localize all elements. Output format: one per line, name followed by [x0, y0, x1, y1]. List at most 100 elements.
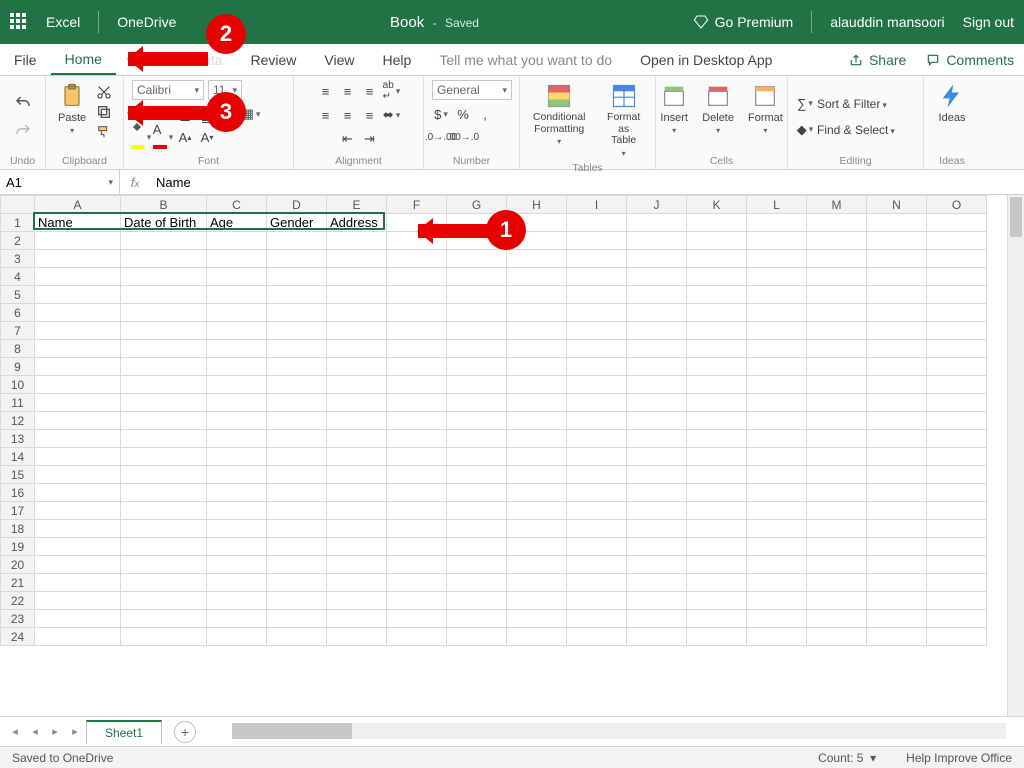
- cell[interactable]: [207, 538, 267, 556]
- cell[interactable]: [747, 574, 807, 592]
- currency-button[interactable]: $: [432, 105, 450, 123]
- cell[interactable]: [35, 502, 121, 520]
- number-format-select[interactable]: General: [432, 80, 512, 100]
- cell[interactable]: [267, 610, 327, 628]
- cell[interactable]: [387, 520, 447, 538]
- cell[interactable]: [35, 448, 121, 466]
- cell[interactable]: [447, 376, 507, 394]
- cell[interactable]: [627, 628, 687, 646]
- cell[interactable]: [507, 268, 567, 286]
- row-header[interactable]: 15: [1, 466, 35, 484]
- tab-file[interactable]: File: [0, 44, 51, 75]
- cell[interactable]: [687, 358, 747, 376]
- cell[interactable]: [327, 394, 387, 412]
- cell[interactable]: [867, 394, 927, 412]
- cell[interactable]: [327, 502, 387, 520]
- cell[interactable]: [447, 304, 507, 322]
- cell[interactable]: [121, 286, 207, 304]
- cell[interactable]: [267, 448, 327, 466]
- cell[interactable]: [121, 250, 207, 268]
- cell[interactable]: [207, 484, 267, 502]
- cell[interactable]: [807, 592, 867, 610]
- cell[interactable]: [387, 250, 447, 268]
- undo-icon[interactable]: [12, 94, 34, 112]
- column-header[interactable]: C: [207, 196, 267, 214]
- row-header[interactable]: 11: [1, 394, 35, 412]
- cell[interactable]: [387, 304, 447, 322]
- cell[interactable]: [447, 502, 507, 520]
- cell[interactable]: [627, 268, 687, 286]
- cell[interactable]: [507, 322, 567, 340]
- cell[interactable]: [567, 358, 627, 376]
- cell[interactable]: [121, 592, 207, 610]
- cell[interactable]: [35, 520, 121, 538]
- cell[interactable]: [807, 556, 867, 574]
- align-right-button[interactable]: ≡: [361, 106, 379, 124]
- cell[interactable]: [807, 286, 867, 304]
- cell[interactable]: [687, 502, 747, 520]
- cell[interactable]: [447, 268, 507, 286]
- cell[interactable]: [267, 304, 327, 322]
- cell[interactable]: [121, 574, 207, 592]
- cell[interactable]: [387, 592, 447, 610]
- cell[interactable]: [687, 268, 747, 286]
- cell[interactable]: [627, 466, 687, 484]
- row-header[interactable]: 23: [1, 610, 35, 628]
- cell[interactable]: [747, 538, 807, 556]
- cell[interactable]: [747, 232, 807, 250]
- cell[interactable]: [35, 628, 121, 646]
- cell[interactable]: [267, 412, 327, 430]
- find-select-button[interactable]: Find & Select: [817, 123, 895, 137]
- tell-me-search[interactable]: Tell me what you want to do: [425, 44, 626, 75]
- cell[interactable]: [207, 502, 267, 520]
- cell[interactable]: [627, 232, 687, 250]
- cell[interactable]: [327, 250, 387, 268]
- app-launcher-icon[interactable]: [10, 13, 28, 31]
- cell[interactable]: [747, 340, 807, 358]
- cell[interactable]: [687, 448, 747, 466]
- cell[interactable]: [327, 376, 387, 394]
- cell[interactable]: [867, 286, 927, 304]
- shrink-font-button[interactable]: A▾: [198, 128, 216, 146]
- cell[interactable]: [687, 214, 747, 232]
- cell[interactable]: [927, 484, 987, 502]
- row-header[interactable]: 24: [1, 628, 35, 646]
- cell[interactable]: [267, 250, 327, 268]
- cell[interactable]: [807, 466, 867, 484]
- vertical-scrollbar[interactable]: [1007, 195, 1024, 716]
- cell[interactable]: [927, 610, 987, 628]
- ideas-button[interactable]: Ideas: [934, 80, 970, 126]
- cell[interactable]: [807, 520, 867, 538]
- format-painter-icon[interactable]: [96, 124, 112, 140]
- cell[interactable]: [327, 358, 387, 376]
- cell[interactable]: [807, 412, 867, 430]
- cell[interactable]: [121, 322, 207, 340]
- cell[interactable]: [35, 394, 121, 412]
- decrease-indent-button[interactable]: ⇤: [339, 130, 357, 148]
- sort-filter-button[interactable]: Sort & Filter: [817, 97, 887, 111]
- cell[interactable]: [807, 232, 867, 250]
- increase-indent-button[interactable]: ⇥: [361, 130, 379, 148]
- cell[interactable]: [687, 484, 747, 502]
- cell[interactable]: [267, 556, 327, 574]
- cell[interactable]: [627, 250, 687, 268]
- cell[interactable]: [747, 556, 807, 574]
- cell[interactable]: [747, 412, 807, 430]
- cell[interactable]: [927, 286, 987, 304]
- cell[interactable]: [207, 448, 267, 466]
- cell[interactable]: [387, 376, 447, 394]
- row-header[interactable]: 2: [1, 232, 35, 250]
- row-header[interactable]: 19: [1, 538, 35, 556]
- cell[interactable]: [567, 448, 627, 466]
- cell[interactable]: [747, 358, 807, 376]
- cell[interactable]: [807, 628, 867, 646]
- cell[interactable]: [121, 628, 207, 646]
- cell[interactable]: [207, 520, 267, 538]
- cell[interactable]: [447, 286, 507, 304]
- cell[interactable]: [267, 574, 327, 592]
- cell[interactable]: [507, 484, 567, 502]
- cell[interactable]: [267, 502, 327, 520]
- cell[interactable]: [507, 394, 567, 412]
- cell[interactable]: [207, 286, 267, 304]
- delete-cells-button[interactable]: Delete▾: [698, 80, 738, 137]
